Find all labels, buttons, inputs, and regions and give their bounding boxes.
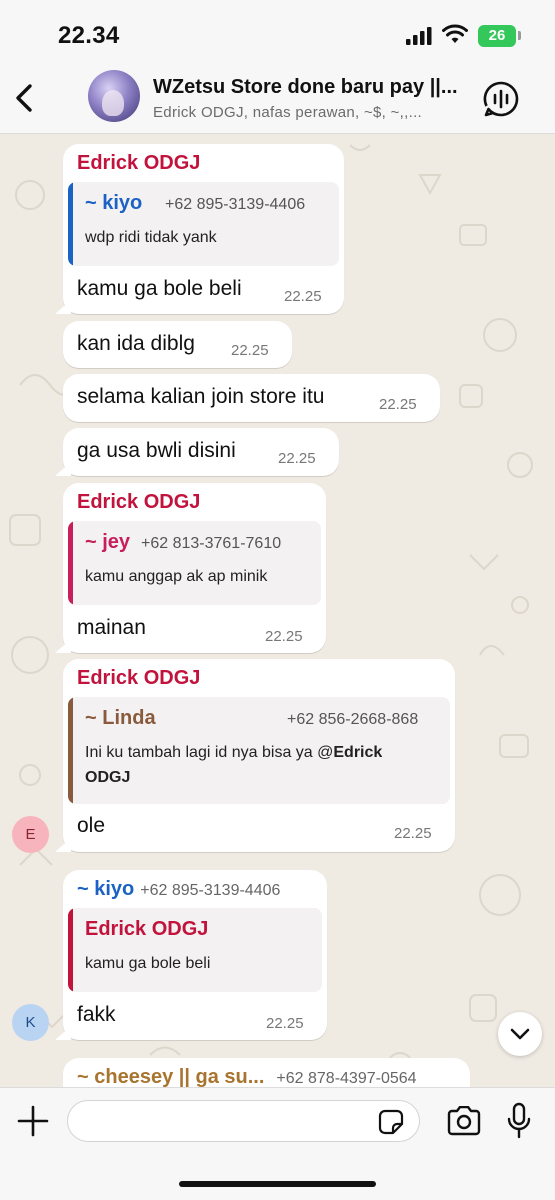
- quoted-message[interactable]: ~ Linda +62 856-2668-868 Ini ku tambah l…: [68, 697, 450, 804]
- message-time: 22.25: [394, 825, 432, 842]
- message-input[interactable]: [67, 1100, 420, 1142]
- message-time: 22.25: [231, 342, 269, 359]
- message-text: selama kalian join store itu: [77, 385, 325, 408]
- battery-level: 26: [488, 27, 506, 44]
- message-time: 22.25: [266, 1015, 304, 1032]
- quote-mention[interactable]: Edrick: [333, 744, 382, 761]
- message-text: kamu ga bole beli: [77, 277, 242, 300]
- quote-author: ~ kiyo: [85, 192, 143, 214]
- message-time: 22.25: [284, 288, 322, 305]
- quote-text: wdp ridi tidak yank: [85, 229, 217, 246]
- chat-participants[interactable]: Edrick ODGJ, nafas perawan, ~$, ~,,...: [153, 104, 463, 121]
- quote-text: kamu anggap ak ap minik: [85, 568, 268, 585]
- sender-avatar[interactable]: E: [12, 816, 49, 853]
- wifi-icon: [442, 24, 468, 43]
- sender-name[interactable]: ~ kiyo: [77, 878, 134, 900]
- message-bubble[interactable]: selama kalian join store itu 22.25: [63, 374, 440, 422]
- message-sender[interactable]: Edrick ODGJ: [77, 667, 200, 690]
- message-sender[interactable]: Edrick ODGJ: [77, 491, 200, 514]
- message-text: fakk: [77, 1003, 116, 1026]
- message-text: mainan: [77, 616, 146, 639]
- quote-text-body: Ini ku tambah lagi id nya bisa ya @: [85, 744, 334, 761]
- message-bubble[interactable]: Edrick ODGJ ~ kiyo +62 895-3139-4406 wdp…: [63, 144, 344, 314]
- cellular-signal-icon: [406, 27, 432, 45]
- quoted-message[interactable]: ~ jey +62 813-3761-7610 kamu anggap ak a…: [68, 521, 321, 605]
- quoted-message[interactable]: ~ kiyo +62 895-3139-4406 wdp ridi tidak …: [68, 182, 339, 266]
- quoted-message[interactable]: Edrick ODGJ kamu ga bole beli: [68, 908, 322, 992]
- sender-phone: +62 895-3139-4406: [140, 882, 281, 899]
- message-sender[interactable]: ~ kiyo +62 895-3139-4406: [77, 878, 280, 901]
- quote-text: kamu ga bole beli: [85, 955, 211, 972]
- group-call-icon[interactable]: [482, 80, 520, 118]
- chat-messages[interactable]: Edrick ODGJ ~ kiyo +62 895-3139-4406 wdp…: [0, 135, 555, 1087]
- message-time: 22.25: [265, 628, 303, 645]
- sticker-icon[interactable]: [378, 1109, 404, 1135]
- message-sender[interactable]: ~ cheesey || ga su... +62 878-4397-0564: [77, 1066, 417, 1087]
- quote-text: Ini ku tambah lagi id nya bisa ya @Edric…: [85, 740, 445, 790]
- quote-author: ~ jey: [85, 531, 131, 553]
- message-time: 22.25: [278, 450, 316, 467]
- message-sender[interactable]: Edrick ODGJ: [77, 152, 200, 175]
- status-bar: 22.34 26: [0, 0, 555, 62]
- quote-bar: [68, 182, 73, 266]
- plus-icon[interactable]: [16, 1104, 50, 1138]
- quote-phone: +62 856-2668-868: [287, 711, 419, 728]
- status-time: 22.34: [58, 22, 120, 49]
- chat-header: WZetsu Store done baru pay ||... Edrick …: [0, 62, 555, 134]
- message-bubble[interactable]: Edrick ODGJ ~ jey +62 813-3761-7610 kamu…: [63, 483, 326, 653]
- quote-author: ~ Linda: [85, 707, 156, 729]
- chevron-left-icon[interactable]: [8, 76, 42, 120]
- microphone-icon[interactable]: [506, 1102, 532, 1140]
- quote-bar: [68, 521, 73, 605]
- camera-icon[interactable]: [446, 1106, 482, 1136]
- quote-phone: +62 813-3761-7610: [141, 535, 282, 552]
- quote-author: Edrick ODGJ: [85, 918, 209, 940]
- sender-name[interactable]: ~ cheesey || ga su...: [77, 1066, 264, 1087]
- chevron-down-icon[interactable]: [498, 1012, 542, 1056]
- chat-title[interactable]: WZetsu Store done baru pay ||...: [153, 76, 463, 99]
- message-time: 22.25: [379, 396, 417, 413]
- battery-tip: [518, 31, 521, 40]
- message-bubble[interactable]: Edrick ODGJ ~ Linda +62 856-2668-868 Ini…: [63, 659, 455, 852]
- sender-avatar[interactable]: K: [12, 1004, 49, 1041]
- quote-bar: [68, 697, 73, 804]
- group-avatar[interactable]: [88, 70, 140, 122]
- message-text: kan ida diblg: [77, 332, 195, 355]
- message-bubble[interactable]: ga usa bwli disini 22.25: [63, 428, 339, 476]
- battery-icon: 26: [478, 25, 516, 47]
- quote-bar: [68, 908, 73, 992]
- quote-mention-cont[interactable]: ODGJ: [85, 769, 130, 786]
- message-bubble[interactable]: kan ida diblg 22.25: [63, 321, 292, 368]
- message-bubble[interactable]: ~ cheesey || ga su... +62 878-4397-0564: [63, 1058, 470, 1087]
- quote-phone: +62 895-3139-4406: [165, 196, 306, 213]
- message-text: ga usa bwli disini: [77, 439, 236, 462]
- message-bubble[interactable]: ~ kiyo +62 895-3139-4406 Edrick ODGJ kamu…: [63, 870, 327, 1040]
- sender-phone: +62 878-4397-0564: [276, 1070, 417, 1087]
- home-indicator: [179, 1181, 376, 1187]
- message-text: ole: [77, 814, 106, 837]
